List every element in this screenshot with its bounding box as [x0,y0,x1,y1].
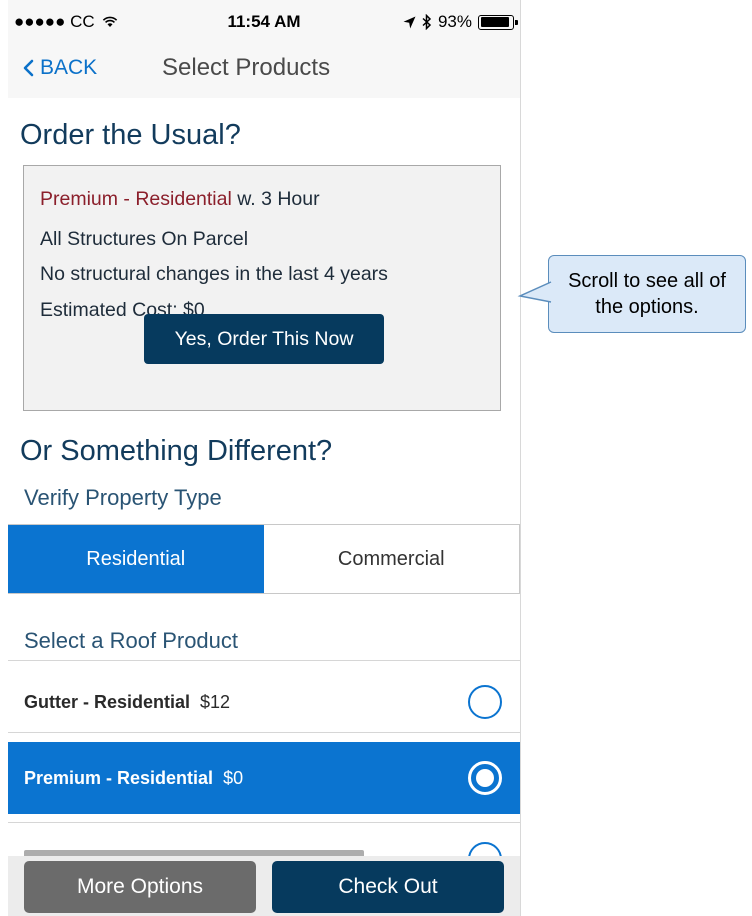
back-label: BACK [40,56,98,79]
segment-commercial[interactable]: Commercial [263,525,519,593]
usual-product-suffix: w. 3 Hour [237,188,320,210]
status-right: 93% [403,12,518,32]
radio-unselected[interactable] [468,685,502,719]
chevron-left-icon [23,59,34,77]
callout-tail [517,281,554,303]
radio-selected[interactable] [468,761,502,795]
nav-bar: BACK Select Products [8,40,520,98]
more-options-button[interactable]: More Options [24,861,256,913]
status-bar: ●●●●● CC 11:54 AM 93% [8,0,520,40]
footer-bar: More Options Check Out [8,856,520,916]
usual-heading: Order the Usual? [20,119,241,151]
order-now-button[interactable]: Yes, Order This Now [144,314,384,364]
usual-structures: All Structures On Parcel [40,228,249,250]
segment-residential[interactable]: Residential [8,525,264,593]
product-name: Gutter - Residential [24,691,191,712]
check-out-button[interactable]: Check Out [272,861,504,913]
bluetooth-icon [422,14,432,30]
product-row-gutter[interactable]: Gutter - Residential $12 [8,666,520,738]
usual-order-card: Premium - Residential w. 3 Hour All Stru… [23,165,501,411]
scroll-hint-callout: Scroll to see all of the options. [517,255,746,333]
divider [8,822,520,823]
different-heading: Or Something Different? [20,435,333,467]
page-title: Select Products [162,54,331,81]
phone-screen: ●●●●● CC 11:54 AM 93% BACK Select Produc… [8,0,521,916]
battery-fill [480,17,510,27]
divider [8,660,520,661]
location-arrow-icon [403,16,416,28]
back-button[interactable]: BACK [22,56,97,80]
product-price: $0 [223,767,244,788]
usual-structural-note: No structural changes in the last 4 year… [40,263,388,285]
divider [8,732,520,733]
verify-property-label: Verify Property Type [24,485,222,510]
property-type-segmented-control: Residential Commercial [8,524,520,594]
usual-product-line: Premium - Residential w. 3 Hour [40,188,320,211]
battery-percent: 93% [437,12,472,31]
product-name: Premium - Residential [24,767,214,788]
product-row-premium[interactable]: Premium - Residential $0 [8,742,520,814]
battery-icon [478,14,518,30]
roof-product-label: Select a Roof Product [24,628,239,653]
usual-product-name: Premium - Residential [40,188,232,210]
callout-text: Scroll to see all of the options. [568,270,726,318]
product-price: $12 [200,691,231,712]
